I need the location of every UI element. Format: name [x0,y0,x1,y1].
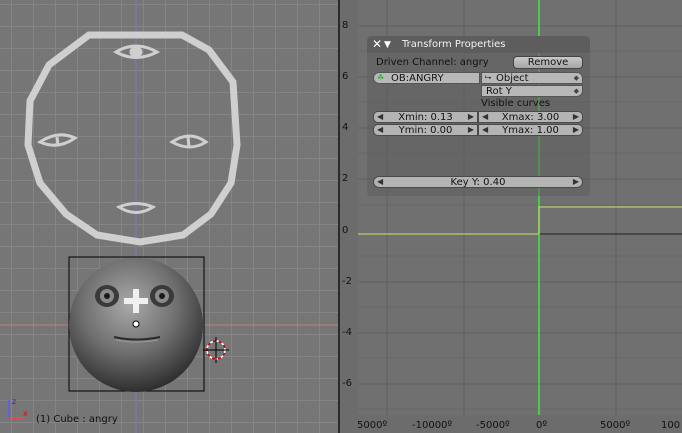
panel-header[interactable]: ✕ ▼ Transform Properties [367,36,590,53]
eye-top-shape [112,44,161,59]
x-tick-label: -10000º [412,420,453,431]
decrement-arrow-icon[interactable]: ◀ [377,177,383,187]
menu-updown-icon: ◆ [573,74,579,82]
object-id-text: OB:ANGRY [391,73,444,84]
x-tick-label: -5000º [476,420,510,431]
ymax-field[interactable]: ◀ Ymax: 1.00 ▶ [478,124,583,136]
driver-type-menu[interactable]: ⮡ Object ◆ [481,72,583,84]
key-y-field[interactable]: ◀ Key Y: 0.40 ▶ [373,176,583,188]
key-y-text: Key Y: 0.40 [450,177,506,188]
object-id-field[interactable]: ☘ OB:ANGRY [373,72,480,84]
panel-title: Transform Properties [402,39,506,50]
y-tick-label: 0 [342,225,349,236]
transform-properties-panel[interactable]: ✕ ▼ Transform Properties Driven Channel:… [367,36,590,196]
gizmo-z-label: z [12,397,16,406]
axis-gizmo: z x [8,397,28,419]
y-tick-label: -4 [342,327,352,338]
eye-left-shape [36,133,78,147]
increment-arrow-icon[interactable]: ▶ [573,125,579,135]
xmax-text: Xmax: 3.00 [501,112,560,123]
menu-updown-icon: ◆ [573,87,579,95]
ymax-text: Ymax: 1.00 [502,125,559,136]
y-tick-label: 2 [342,173,349,184]
object-icon: ☘ [377,73,385,82]
eye-right-shape [169,134,209,149]
y-tick-label: 6 [342,71,349,82]
object-info-label: (1) Cube : angry [36,414,118,425]
x-tick-label: 100 [661,420,681,431]
ymin-text: Ymin: 0.00 [398,125,453,136]
close-icon[interactable]: ✕ [372,37,382,51]
y-tick-label: 8 [342,20,349,31]
increment-arrow-icon[interactable]: ▶ [468,112,474,122]
channel-menu[interactable]: Rot Y ◆ [481,85,583,97]
visible-curves-label: Visible curves [481,98,551,109]
ipo-curve-step [538,206,682,234]
decrement-arrow-icon[interactable]: ◀ [377,125,383,135]
3d-viewport[interactable]: z x (1) Cube : angry [0,0,338,433]
3d-cursor [203,337,229,363]
remove-button[interactable]: Remove [513,56,583,69]
x-tick-label: 5000º [600,420,631,431]
x-tick-label: 0º [536,420,548,431]
driver-type-text: Object [496,73,529,84]
y-tick-label: -2 [342,276,352,287]
y-tick-label: -6 [342,378,352,389]
viewport-scene [0,0,338,433]
y-tick-label: 4 [342,122,349,133]
collapse-triangle-icon[interactable]: ▼ [384,38,391,52]
increment-arrow-icon[interactable]: ▶ [573,112,579,122]
increment-arrow-icon[interactable]: ▶ [573,177,579,187]
decrement-arrow-icon[interactable]: ◀ [377,112,383,122]
xmin-field[interactable]: ◀ Xmin: 0.13 ▶ [373,111,478,123]
decrement-arrow-icon[interactable]: ◀ [482,112,488,122]
ymin-field[interactable]: ◀ Ymin: 0.00 ▶ [373,124,478,136]
channel-text: Rot Y [486,86,512,97]
driven-channel-label: Driven Channel: angry [376,57,489,68]
driver-type-icon: ⮡ [485,73,492,82]
xmax-field[interactable]: ◀ Xmax: 3.00 ▶ [478,111,583,123]
x-tick-label: 5000º [357,420,388,431]
xmin-text: Xmin: 0.13 [398,112,453,123]
decrement-arrow-icon[interactable]: ◀ [482,125,488,135]
increment-arrow-icon[interactable]: ▶ [468,125,474,135]
gizmo-x-label: x [23,409,28,418]
